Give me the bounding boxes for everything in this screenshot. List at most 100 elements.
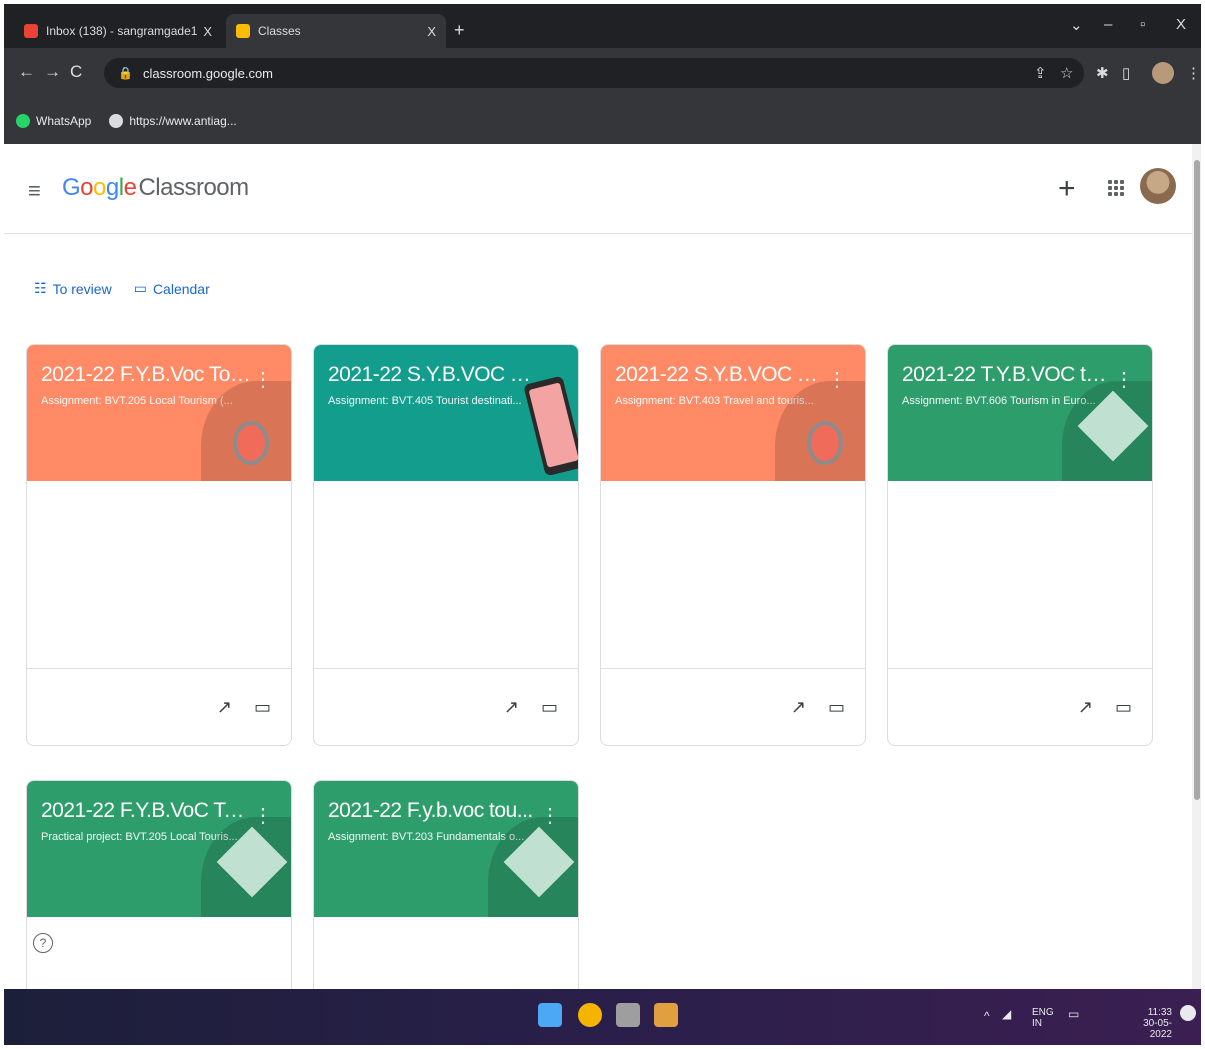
class-card-body [601,481,865,669]
google-classroom-logo[interactable]: GoogleClassroom [62,174,249,202]
network-icon[interactable]: ◢ [1002,1008,1011,1020]
gradebook-icon[interactable]: ↗ [1078,697,1093,718]
close-window-button[interactable]: X [1176,16,1186,33]
bookmark-antiag[interactable]: https://www.antiag... [109,114,237,128]
address-bar[interactable]: 🔒 classroom.google.com [104,58,1084,88]
browser-menu-icon[interactable]: ⋮ [1186,64,1201,82]
lock-icon[interactable]: 🔒 [118,66,133,80]
create-join-class-button[interactable]: + [1058,172,1076,206]
class-card-header[interactable]: 2021-22 S.Y.B.VOC To... Assignment: BVT.… [314,345,578,481]
google-apps-icon[interactable] [1108,180,1124,196]
bookmark-whatsapp[interactable]: WhatsApp [16,114,91,128]
language-indicator[interactable]: ENG IN [1032,1007,1054,1029]
tab-title: Classes [258,24,301,38]
class-card[interactable]: 2021-22 S.Y.B.VOC To... Assignment: BVT.… [313,344,579,746]
url-text[interactable]: classroom.google.com [143,66,273,81]
classroom-favicon-icon [236,24,250,38]
tab-close-icon[interactable]: X [203,24,212,39]
new-tab-button[interactable]: + [454,20,465,41]
chrome-taskbar-icon[interactable] [578,1003,602,1027]
language-region: IN [1032,1018,1042,1029]
calendar-icon: ▭ [133,280,147,296]
tab-inbox[interactable]: Inbox (138) - sangramgade16@ X [14,14,222,48]
product-name: Classroom [138,174,249,201]
tab-classes[interactable]: Classes X [226,14,446,48]
class-upcoming-assignment[interactable]: Assignment: BVT.205 Local Tourism (... [41,395,241,407]
class-title[interactable]: 2021-22 F.Y.B.VoC Tou... [41,799,251,823]
gradebook-icon[interactable]: ↗ [791,697,806,718]
class-card-body [314,481,578,669]
main-menu-icon[interactable]: ≡ [28,178,41,204]
windows-start-icon[interactable] [538,1003,562,1027]
whatsapp-icon [16,114,30,128]
account-avatar[interactable] [1140,168,1176,204]
calendar-label: Calendar [152,280,210,297]
language-code: ENG [1032,1007,1054,1018]
globe-icon [109,114,124,128]
tab-title: Inbox (138) - sangramgade16@ [46,24,198,38]
folder-icon[interactable]: ▭ [1115,697,1132,718]
class-card[interactable]: 2021-22 S.Y.B.VOC To... Assignment: BVT.… [600,344,866,746]
calendar-link[interactable]: ▭ Calendar [134,280,210,297]
reload-button[interactable]: C [70,62,82,82]
class-card[interactable]: 2021-22 F.y.b.voc tou... Assignment: BVT… [313,780,579,989]
back-button[interactable]: ← [18,62,35,82]
extensions-icon[interactable]: ✱ [1096,64,1109,82]
folder-icon[interactable]: ▭ [828,697,845,718]
class-card-footer: ↗ ▭ [601,669,865,745]
phone-illustration-icon [523,375,578,477]
sidebar-icon[interactable]: ▯ [1122,64,1130,82]
class-upcoming-assignment[interactable]: Assignment: BVT.203 Fundamentals o... [328,831,528,843]
help-icon[interactable]: ? [33,933,53,953]
profile-avatar[interactable] [1152,62,1174,84]
share-icon[interactable]: ⇪ [1034,64,1047,82]
class-title[interactable]: 2021-22 T.Y.B.VOC to... [902,363,1112,387]
class-upcoming-assignment[interactable]: Practical project: BVT.205 Local Touris.… [41,831,241,843]
camera-illustration-icon [233,421,269,465]
tray-chevron-icon[interactable]: ^ [984,1010,990,1022]
class-upcoming-assignment[interactable]: Assignment: BVT.606 Tourism in Euro... [902,395,1102,407]
class-card-header[interactable]: 2021-22 S.Y.B.VOC To... Assignment: BVT.… [601,345,865,481]
browser-toolbar: ← → C 🔒 classroom.google.com ⇪ ☆ ✱ ▯ ⋮ [4,48,1201,98]
class-card[interactable]: 2021-22 F.Y.B.Voc Tou... Assignment: BVT… [26,344,292,746]
class-title[interactable]: 2021-22 S.Y.B.VOC To... [615,363,825,387]
clock[interactable]: 11:33 30-05-2022 [1122,1007,1172,1040]
battery-icon[interactable]: ▭ [1068,1008,1079,1020]
class-card-footer: ↗ ▭ [27,669,291,745]
tab-close-icon[interactable]: X [427,24,436,39]
class-upcoming-assignment[interactable]: Assignment: BVT.405 Tourist destinati... [328,395,528,407]
class-card-footer: ↗ ▭ [314,669,578,745]
gradebook-icon[interactable]: ↗ [504,697,519,718]
class-card-header[interactable]: 2021-22 F.Y.B.VoC Tou... Practical proje… [27,781,291,917]
screen: Inbox (138) - sangramgade16@ X Classes X… [0,0,1205,1049]
class-card-footer: ↗ ▭ [888,669,1152,745]
class-card[interactable]: 2021-22 T.Y.B.VOC to... Assignment: BVT.… [887,344,1153,746]
bookmarks-bar: WhatsApp https://www.antiag... [4,98,1201,144]
maximize-button[interactable]: ▫ [1140,16,1145,33]
page-scrollbar-thumb[interactable] [1194,160,1200,800]
class-title[interactable]: 2021-22 S.Y.B.VOC To... [328,363,538,387]
class-title[interactable]: 2021-22 F.Y.B.Voc Tou... [41,363,251,387]
to-review-link[interactable]: ☷ To review [34,280,112,297]
windows-taskbar: ^ ◢ ENG IN ▭ 11:33 30-05-2022 [4,989,1201,1045]
notification-icon[interactable] [1180,1005,1196,1021]
class-card[interactable]: 2021-22 F.Y.B.VoC Tou... Practical proje… [26,780,292,989]
to-review-label: To review [52,280,112,297]
star-icon[interactable]: ☆ [1060,64,1073,82]
folder-icon[interactable]: ▭ [541,697,558,718]
class-title[interactable]: 2021-22 F.y.b.voc tou... [328,799,538,823]
files-taskbar-icon[interactable] [616,1003,640,1027]
gradebook-icon[interactable]: ↗ [217,697,232,718]
to-review-icon: ☷ [34,280,47,296]
class-upcoming-assignment[interactable]: Assignment: BVT.403 Travel and touris... [615,395,815,407]
class-card-header[interactable]: 2021-22 F.y.b.voc tou... Assignment: BVT… [314,781,578,917]
minimize-button[interactable]: – [1104,16,1112,33]
class-card-header[interactable]: 2021-22 F.Y.B.Voc Tou... Assignment: BVT… [27,345,291,481]
forward-button[interactable]: → [44,62,61,82]
bookmark-label: https://www.antiag... [129,114,237,128]
folder-icon[interactable]: ▭ [254,697,271,718]
class-card-header[interactable]: 2021-22 T.Y.B.VOC to... Assignment: BVT.… [888,345,1152,481]
paint-taskbar-icon[interactable] [654,1003,678,1027]
class-card-body [888,481,1152,669]
tab-search-icon[interactable]: ⌄ [1070,16,1083,34]
